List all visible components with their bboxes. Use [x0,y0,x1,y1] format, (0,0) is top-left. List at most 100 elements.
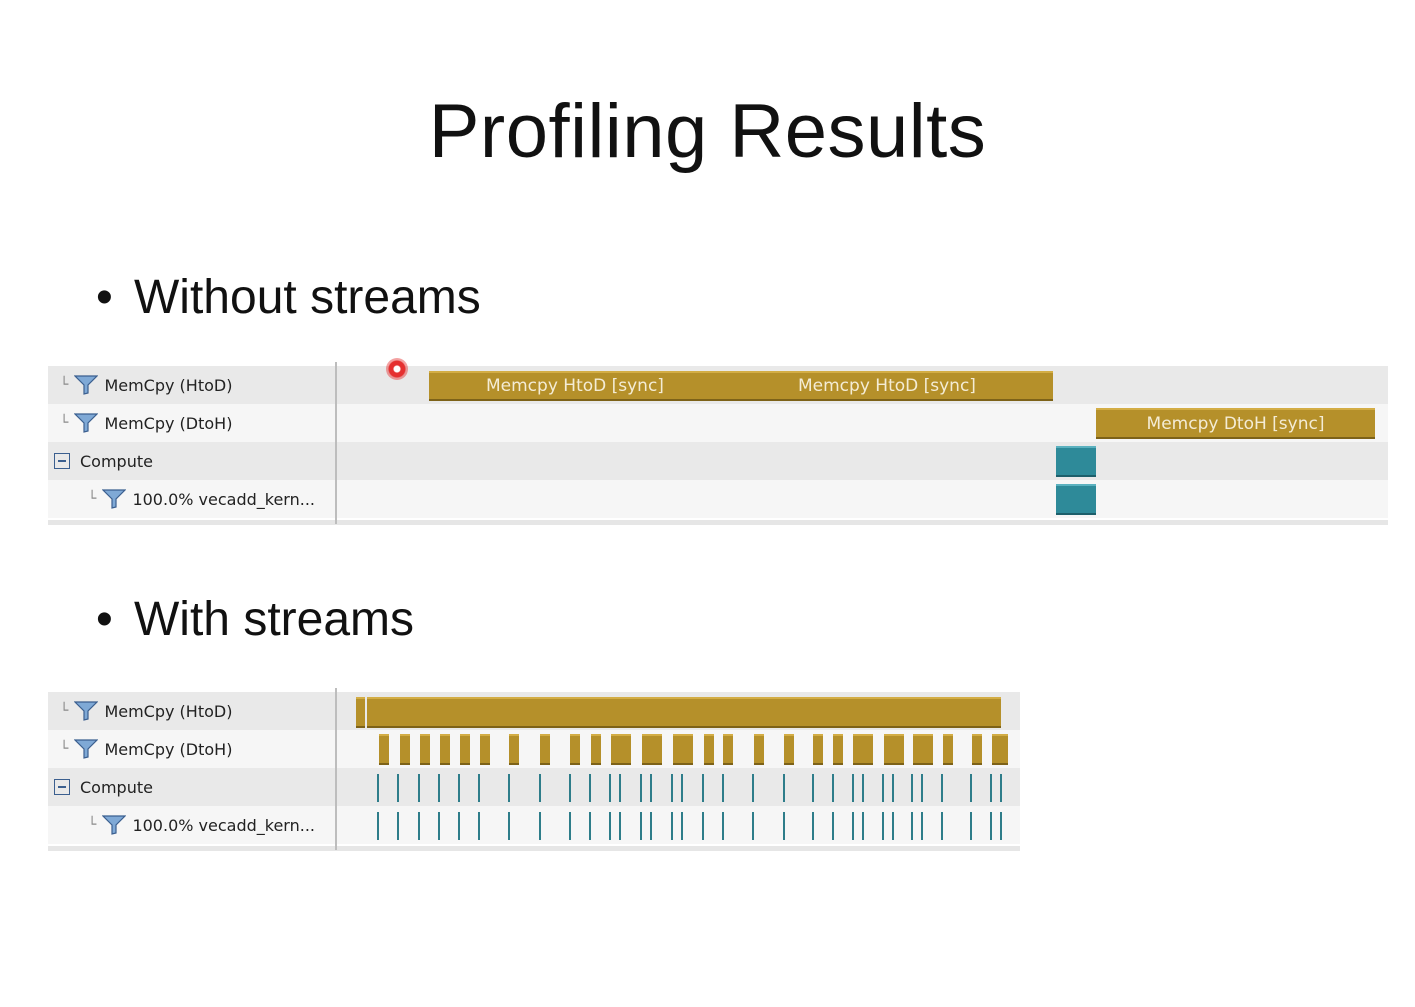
funnel-icon[interactable] [74,701,99,721]
kernel-tick[interactable] [397,774,399,802]
kernel-tick[interactable] [892,812,894,840]
kernel-tick[interactable] [702,812,704,840]
kernel-tick[interactable] [832,774,834,802]
kernel-tick[interactable] [589,812,591,840]
funnel-icon[interactable] [102,489,127,509]
kernel-tick[interactable] [671,774,673,802]
label-divider[interactable] [335,362,337,524]
kernel-tick[interactable] [508,812,510,840]
kernel-tick[interactable] [1000,774,1002,802]
memcpy-dtoh-block[interactable] [570,734,580,765]
kernel-tick[interactable] [882,812,884,840]
memcpy-dtoh-bar[interactable]: Memcpy DtoH [sync] [1096,408,1375,439]
kernel-tick[interactable] [650,774,652,802]
kernel-tick[interactable] [911,774,913,802]
kernel-tick[interactable] [752,812,754,840]
memcpy-dtoh-block[interactable] [400,734,410,765]
kernel-tick[interactable] [377,812,379,840]
row-compute[interactable]: Compute [48,768,1020,806]
kernel-tick[interactable] [1000,812,1002,840]
kernel-tick[interactable] [892,774,894,802]
memcpy-dtoh-block[interactable] [611,734,631,765]
memcpy-htod-bar[interactable] [356,697,365,728]
kernel-tick[interactable] [609,812,611,840]
memcpy-dtoh-block[interactable] [943,734,953,765]
funnel-icon[interactable] [102,815,127,835]
memcpy-dtoh-block[interactable] [673,734,693,765]
memcpy-dtoh-block[interactable] [723,734,733,765]
kernel-tick[interactable] [852,812,854,840]
kernel-tick[interactable] [640,774,642,802]
kernel-tick[interactable] [619,812,621,840]
memcpy-dtoh-block[interactable] [813,734,823,765]
collapse-icon[interactable] [54,779,70,795]
kernel-tick[interactable] [970,774,972,802]
kernel-tick[interactable] [650,812,652,840]
kernel-tick[interactable] [619,774,621,802]
memcpy-dtoh-block[interactable] [480,734,490,765]
kernel-tick[interactable] [812,812,814,840]
kernel-tick[interactable] [832,812,834,840]
kernel-tick[interactable] [752,774,754,802]
memcpy-dtoh-block[interactable] [440,734,450,765]
funnel-icon[interactable] [74,375,99,395]
kernel-tick[interactable] [921,812,923,840]
memcpy-dtoh-block[interactable] [972,734,982,765]
kernel-tick[interactable] [911,812,913,840]
kernel-tick[interactable] [812,774,814,802]
kernel-tick[interactable] [478,774,480,802]
kernel-tick[interactable] [862,812,864,840]
kernel-tick[interactable] [941,812,943,840]
memcpy-dtoh-block[interactable] [913,734,933,765]
row-dtoh[interactable]: └ MemCpy (DtoH) Memcpy DtoH [sync] [48,404,1388,442]
kernel-tick[interactable] [589,774,591,802]
kernel-block[interactable] [1056,484,1096,515]
kernel-tick[interactable] [783,774,785,802]
funnel-icon[interactable] [74,739,99,759]
kernel-tick[interactable] [681,812,683,840]
memcpy-dtoh-block[interactable] [460,734,470,765]
kernel-tick[interactable] [569,812,571,840]
row-compute[interactable]: Compute [48,442,1388,480]
row-label-htod[interactable]: └ MemCpy (HtoD) [48,366,335,404]
row-kernel[interactable]: └ 100.0% vecadd_kern... [48,806,1020,844]
kernel-tick[interactable] [921,774,923,802]
kernel-tick[interactable] [438,812,440,840]
kernel-tick[interactable] [539,774,541,802]
collapse-icon[interactable] [54,453,70,469]
kernel-block[interactable] [1056,446,1096,477]
kernel-tick[interactable] [970,812,972,840]
memcpy-dtoh-block[interactable] [642,734,662,765]
memcpy-dtoh-block[interactable] [379,734,389,765]
memcpy-dtoh-block[interactable] [704,734,714,765]
kernel-tick[interactable] [458,774,460,802]
kernel-tick[interactable] [508,774,510,802]
row-label-htod[interactable]: └ MemCpy (HtoD) [48,692,335,730]
kernel-tick[interactable] [671,812,673,840]
kernel-tick[interactable] [458,812,460,840]
kernel-tick[interactable] [862,774,864,802]
kernel-tick[interactable] [478,812,480,840]
kernel-tick[interactable] [852,774,854,802]
row-label-dtoh[interactable]: └ MemCpy (DtoH) [48,730,335,768]
row-htod[interactable]: └ MemCpy (HtoD) Memcpy HtoD [sync] Memcp… [48,366,1388,404]
memcpy-dtoh-block[interactable] [754,734,764,765]
kernel-tick[interactable] [990,774,992,802]
kernel-tick[interactable] [990,812,992,840]
memcpy-dtoh-block[interactable] [420,734,430,765]
kernel-tick[interactable] [702,774,704,802]
kernel-tick[interactable] [418,812,420,840]
memcpy-dtoh-block[interactable] [833,734,843,765]
row-kernel[interactable]: └ 100.0% vecadd_kern... [48,480,1388,518]
kernel-tick[interactable] [640,812,642,840]
kernel-tick[interactable] [377,774,379,802]
memcpy-dtoh-block[interactable] [784,734,794,765]
row-label-dtoh[interactable]: └ MemCpy (DtoH) [48,404,335,442]
kernel-tick[interactable] [783,812,785,840]
memcpy-htod-bar[interactable] [367,697,1001,728]
memcpy-dtoh-block[interactable] [509,734,519,765]
kernel-tick[interactable] [722,812,724,840]
kernel-tick[interactable] [397,812,399,840]
kernel-tick[interactable] [882,774,884,802]
memcpy-dtoh-block[interactable] [591,734,601,765]
